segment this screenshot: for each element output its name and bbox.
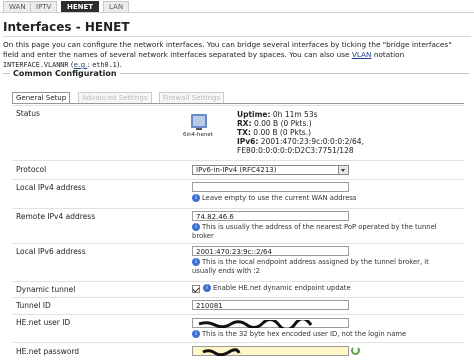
local-ipv4-input[interactable]	[192, 182, 349, 192]
password-input[interactable]	[192, 346, 349, 356]
redaction-scribble	[198, 320, 313, 328]
info-icon: i	[192, 258, 200, 266]
local-ipv4-label: Local IPv4 address	[16, 183, 86, 192]
tab-henet[interactable]: HENET	[61, 1, 100, 12]
status-details: Uptime: 0h 11m 53s RX: 0.00 B (0 Pkts.) …	[237, 110, 364, 155]
dynamic-tunnel-checkbox[interactable]	[192, 285, 200, 293]
interface-name: 6in4-henet	[183, 132, 213, 138]
local-ipv6-label: Local IPv6 address	[16, 247, 86, 256]
dynamic-tunnel-label: Dynamic tunnel	[16, 285, 76, 294]
tab-iptv[interactable]: IPTV	[30, 1, 58, 12]
info-icon: i	[192, 194, 200, 202]
dynamic-tunnel-hint: i Enable HE.net dynamic endpoint update	[203, 284, 351, 293]
local-ipv4-hint: i Leave empty to use the current WAN addr…	[192, 194, 356, 203]
tab-lan[interactable]: LAN	[103, 1, 130, 12]
chevron-down-icon	[338, 166, 348, 174]
info-icon: i	[203, 284, 211, 292]
tab-wan[interactable]: WAN	[3, 1, 32, 12]
section-legend: Common Configuration	[10, 69, 120, 78]
protocol-select[interactable]: IPv6-in-IPv4 (RFC4213)	[192, 165, 349, 175]
local-ipv6-input[interactable]: 2001:470:23:9c::2/64	[192, 246, 349, 256]
tunnel-id-input[interactable]: 210081	[192, 300, 349, 310]
reveal-password-icon[interactable]	[351, 346, 360, 355]
protocol-label: Protocol	[16, 165, 47, 174]
intro-text: On this page you can configure the netwo…	[3, 40, 452, 69]
redaction-scribble	[202, 348, 241, 356]
status-label: Status	[16, 109, 40, 118]
user-id-label: HE.net user ID	[16, 318, 71, 327]
vlan-link[interactable]: VLAN	[352, 50, 372, 59]
password-label: HE.net password	[16, 347, 80, 356]
remote-ipv4-label: Remote IPv4 address	[16, 212, 96, 221]
info-icon: i	[192, 330, 200, 338]
page-title: Interfaces - HENET	[3, 18, 471, 37]
info-icon: i	[192, 223, 200, 231]
user-id-hint: i This is the 32 byte hex encoded user ID…	[192, 330, 406, 339]
remote-ipv4-input[interactable]: 74.82.46.6	[192, 211, 349, 221]
top-tabs: WAN IPTV HENET LAN	[0, 0, 474, 13]
user-id-input[interactable]	[192, 318, 349, 328]
local-ipv6-hint: i This is the local endpoint address assi…	[192, 258, 429, 275]
remote-ipv4-hint: i This is usually the address of the near…	[192, 223, 437, 240]
example-link[interactable]: e.g.	[74, 60, 88, 69]
tunnel-id-label: Tunnel ID	[16, 301, 51, 310]
